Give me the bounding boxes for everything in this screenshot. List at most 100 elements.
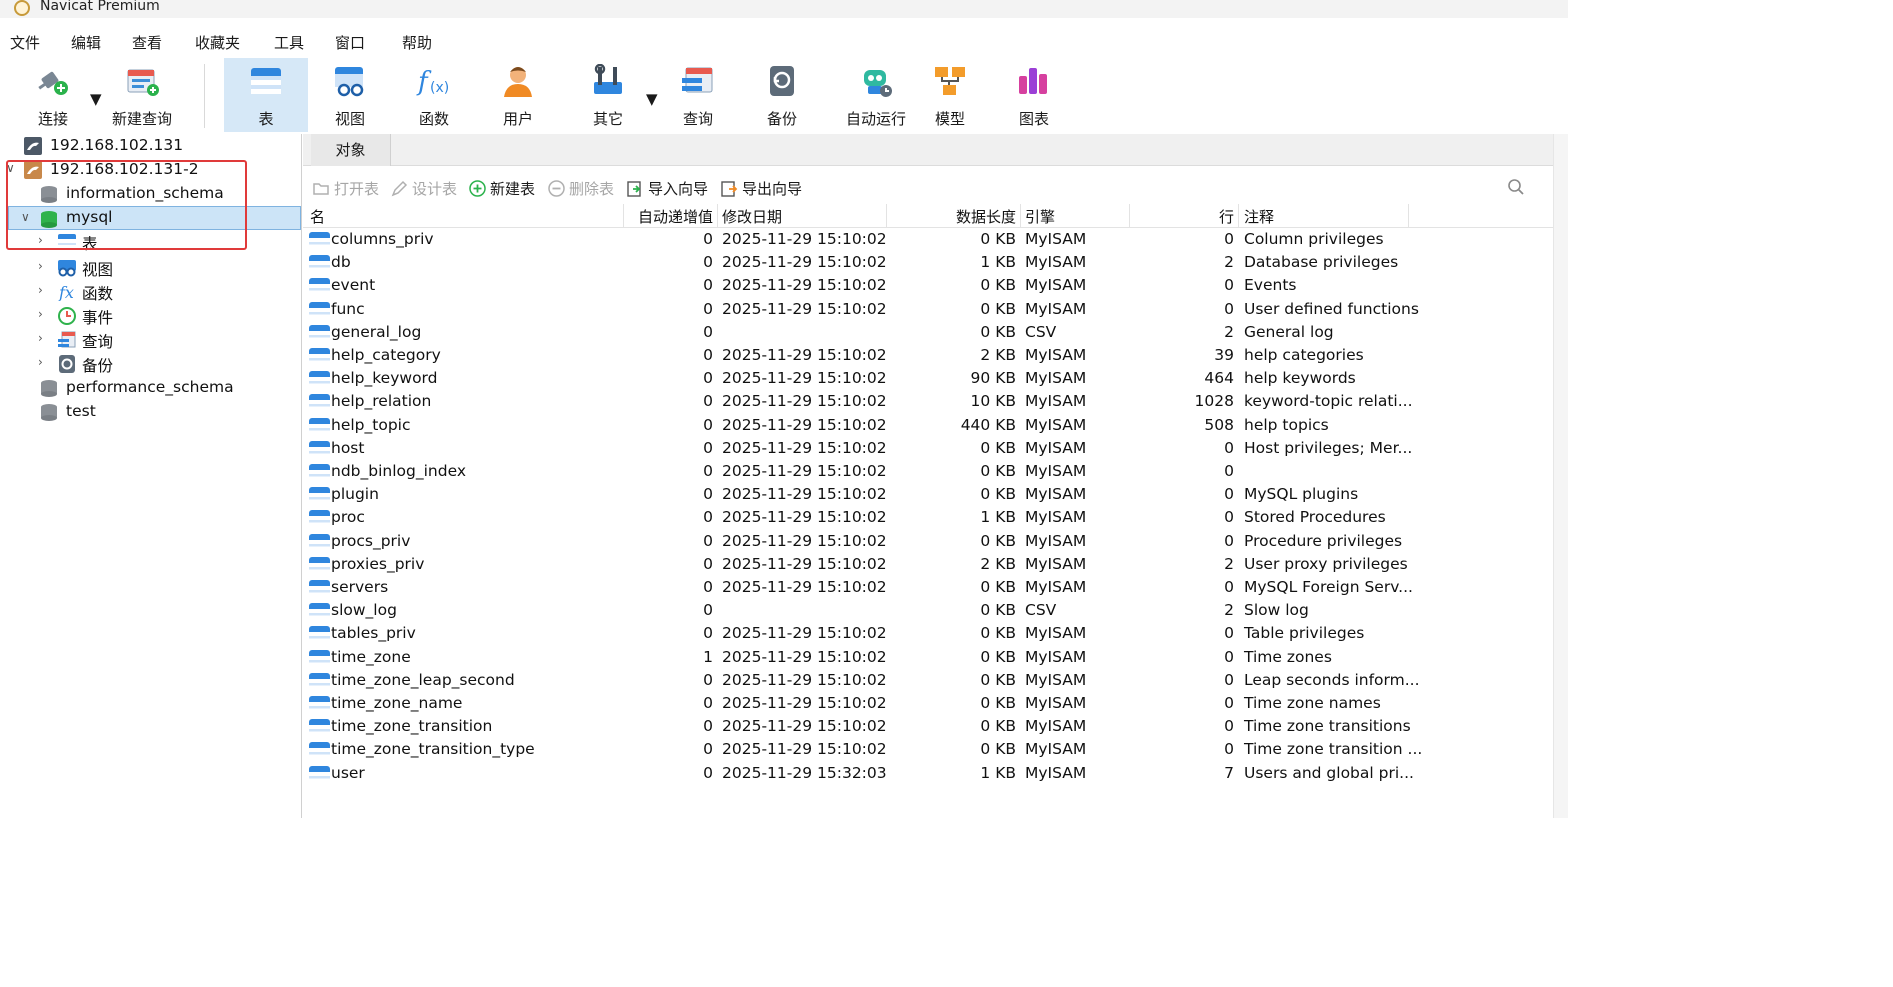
connection-dropdown-icon[interactable]: ▼ — [90, 90, 102, 108]
toolbar-chart-button[interactable]: 图表 — [996, 58, 1072, 132]
search-icon[interactable] — [1507, 178, 1525, 196]
table-row[interactable]: slow_log 0 0 KB CSV 2 Slow log — [303, 600, 1553, 623]
toolbar-other-button[interactable]: 其它 — [570, 58, 646, 132]
column-header-data-length[interactable]: 数据长度 — [886, 206, 1016, 227]
toolbar-table-button[interactable]: 表 — [224, 58, 308, 132]
table-row[interactable]: help_category 0 2025-11-29 15:10:02 2 KB MyI… — [303, 345, 1553, 368]
column-header-rows[interactable]: 行 — [1129, 206, 1234, 227]
cell-modified-date: 2025-11-29 15:10:02 — [722, 438, 887, 457]
table-row[interactable]: ndb_binlog_index 0 2025-11-29 15:10:02 0 KB… — [303, 461, 1553, 484]
table-row[interactable]: plugin 0 2025-11-29 15:10:02 0 KB MyISAM 0 MyS… — [303, 484, 1553, 507]
toolbar-backup-button[interactable]: 备份 — [744, 58, 820, 132]
table-row[interactable]: time_zone_transition 0 2025-11-29 15:10:02… — [303, 716, 1553, 739]
column-divider — [717, 204, 718, 228]
tree-node-functions[interactable]: › fx 函数 — [0, 280, 301, 304]
table-row[interactable]: event 0 2025-11-29 15:10:02 0 KB MyISAM 0 Even… — [303, 275, 1553, 298]
column-header-engine[interactable]: 引擎 — [1025, 206, 1055, 227]
table-icon — [309, 580, 330, 598]
chevron-right-icon[interactable]: › — [38, 259, 43, 273]
chevron-right-icon[interactable]: › — [38, 331, 43, 345]
cell-engine: MyISAM — [1025, 578, 1087, 596]
export-wizard-button[interactable]: 导出向导 — [721, 178, 802, 199]
table-row[interactable]: proxies_priv 0 2025-11-29 15:10:02 2 KB MyIS… — [303, 554, 1553, 577]
table-row[interactable]: columns_priv 0 2025-11-29 15:10:02 0 KB MyIS… — [303, 229, 1553, 252]
other-tools-icon — [594, 64, 622, 94]
column-header-auto-increment[interactable]: 自动递增值 — [623, 206, 713, 227]
table-row[interactable]: general_log 0 0 KB CSV 2 General log — [303, 322, 1553, 345]
table-row[interactable]: help_topic 0 2025-11-29 15:10:02 440 KB MyIS… — [303, 415, 1553, 438]
column-header-modified-date[interactable]: 修改日期 — [722, 206, 782, 227]
cell-data-length: 1 KB — [980, 253, 1016, 272]
chevron-right-icon[interactable]: › — [38, 355, 43, 369]
table-row[interactable]: proc 0 2025-11-29 15:10:02 1 KB MyISAM 0 Store… — [303, 507, 1553, 530]
tree-node-information-schema[interactable]: information_schema — [0, 182, 301, 206]
tree-node-performance-schema[interactable]: performance_schema — [0, 376, 301, 400]
design-table-button[interactable]: 设计表 — [391, 178, 457, 199]
cell-modified-date: 2025-11-29 15:10:02 — [722, 415, 887, 434]
cell-name: func — [331, 299, 365, 318]
menu-view[interactable]: 查看 — [132, 32, 162, 53]
tree-node-events[interactable]: › 事件 — [0, 304, 301, 328]
cell-auto-increment: 0 — [703, 276, 713, 295]
new-table-button[interactable]: 新建表 — [469, 178, 535, 199]
chevron-right-icon[interactable]: › — [38, 233, 43, 247]
delete-table-button[interactable]: 删除表 — [548, 178, 614, 199]
tree-node-tables[interactable]: › 表 — [0, 230, 301, 254]
model-icon — [935, 67, 965, 95]
chevron-down-icon[interactable]: ∨ — [6, 161, 15, 175]
table-row[interactable]: user 0 2025-11-29 15:32:03 1 KB MyISAM 7 Users… — [303, 763, 1553, 786]
table-row[interactable]: host 0 2025-11-29 15:10:02 0 KB MyISAM 0 Host … — [303, 438, 1553, 461]
toolbar-function-button[interactable]: f (x) 函数 — [396, 58, 472, 132]
table-row[interactable]: servers 0 2025-11-29 15:10:02 0 KB MyISAM 0 My… — [303, 577, 1553, 600]
cell-modified-date: 2025-11-29 15:10:02 — [722, 647, 887, 666]
table-row[interactable]: db 0 2025-11-29 15:10:02 1 KB MyISAM 2 Databas… — [303, 252, 1553, 275]
menu-favorites[interactable]: 收藏夹 — [195, 32, 240, 53]
table-row[interactable]: procs_priv 0 2025-11-29 15:10:02 0 KB MyISAM… — [303, 531, 1553, 554]
chevron-down-icon[interactable]: ∨ — [21, 210, 30, 224]
chevron-right-icon[interactable]: › — [38, 283, 43, 297]
tree-node-queries[interactable]: › 查询 — [0, 328, 301, 352]
vertical-scrollbar[interactable] — [1553, 134, 1568, 818]
menu-tools[interactable]: 工具 — [274, 32, 304, 53]
toolbar-user-button[interactable]: 用户 — [480, 58, 556, 132]
open-table-button[interactable]: 打开表 — [313, 178, 379, 199]
table-row[interactable]: help_keyword 0 2025-11-29 15:10:02 90 KB MyI… — [303, 368, 1553, 391]
tree-node-views[interactable]: › 视图 — [0, 256, 301, 280]
other-dropdown-icon[interactable]: ▼ — [646, 90, 658, 108]
cell-modified-date: 2025-11-29 15:10:02 — [722, 578, 887, 596]
toolbar-model-button[interactable]: 模型 — [912, 58, 988, 132]
table-row[interactable]: func 0 2025-11-29 15:10:02 0 KB MyISAM 0 User … — [303, 299, 1553, 322]
import-wizard-button[interactable]: 导入向导 — [627, 178, 708, 199]
column-header-name[interactable]: 名 — [310, 206, 325, 227]
cell-auto-increment: 0 — [703, 694, 713, 712]
table-row[interactable]: time_zone_name 0 2025-11-29 15:10:02 0 KB My… — [303, 693, 1553, 716]
cell-engine: MyISAM — [1025, 415, 1087, 434]
tree-node-mysql[interactable]: ∨ mysql — [8, 206, 301, 230]
table-row[interactable]: help_relation 0 2025-11-29 15:10:02 10 KB My… — [303, 391, 1553, 414]
main-toolbar: 连接 ▼ 新建查询 表 视图 f (x) 函数 用户 其它 ▼ 查询 备份 自动… — [0, 58, 1568, 134]
table-row[interactable]: tables_priv 0 2025-11-29 15:10:02 0 KB MyISA… — [303, 623, 1553, 646]
tree-node-test[interactable]: test — [0, 400, 301, 424]
toolbar-automation-button[interactable]: 自动运行 — [826, 58, 926, 132]
tab-objects[interactable]: 对象 — [311, 134, 391, 166]
toolbar-new-query-button[interactable]: 新建查询 — [104, 58, 180, 132]
table-row[interactable]: time_zone_leap_second 0 2025-11-29 15:10:0… — [303, 670, 1553, 693]
menu-window[interactable]: 窗口 — [335, 32, 365, 53]
tree-node-backups[interactable]: › 备份 — [0, 352, 301, 376]
tree-node-connection-1[interactable]: 192.168.102.131 — [0, 134, 301, 158]
menu-edit[interactable]: 编辑 — [71, 32, 101, 53]
toolbar-view-button[interactable]: 视图 — [312, 58, 388, 132]
toolbar-query-button[interactable]: 查询 — [660, 58, 736, 132]
menu-help[interactable]: 帮助 — [402, 32, 432, 53]
cell-modified-date: 2025-11-29 15:10:02 — [722, 694, 887, 712]
table-icon — [309, 348, 330, 366]
menu-file[interactable]: 文件 — [10, 32, 40, 53]
table-row[interactable]: time_zone 1 2025-11-29 15:10:02 0 KB MyISAM 0… — [303, 647, 1553, 670]
toolbar-connection-button[interactable]: 连接 — [18, 58, 88, 132]
table-row[interactable]: time_zone_transition_type 0 2025-11-29 15:… — [303, 739, 1553, 762]
chevron-right-icon[interactable]: › — [38, 307, 43, 321]
cell-auto-increment: 0 — [703, 392, 713, 411]
cell-rows: 7 — [1224, 763, 1234, 782]
column-header-comment[interactable]: 注释 — [1244, 206, 1274, 227]
tree-node-connection-2[interactable]: ∨ 192.168.102.131-2 — [0, 158, 301, 182]
